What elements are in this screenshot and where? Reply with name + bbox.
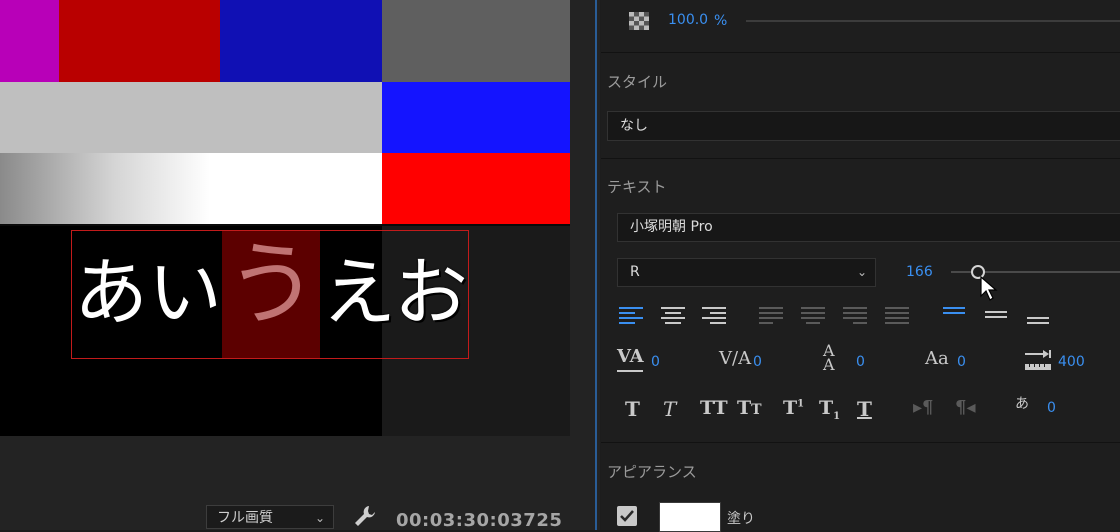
superscript-icon[interactable]: T1 [783,397,804,419]
baseline-shift-icon: Aa [925,348,949,369]
panel-divider[interactable] [595,0,597,530]
program-monitor: あ い う え お フル画質 ⌄ 00:03:30:03725 [0,0,600,530]
bar-bright-red [382,153,570,225]
subscript-icon[interactable]: T1 [819,397,840,422]
tracking-icon: V/A [719,348,752,369]
align-middle-icon[interactable] [985,310,1007,324]
style-value: なし [620,118,648,134]
small-caps-icon[interactable]: TT [737,397,762,419]
playhead-timecode[interactable]: 00:03:30:03725 [396,510,562,530]
font-family-select[interactable]: 小塚明朝 Pro [617,213,1120,242]
faux-bold-icon[interactable]: T [625,397,640,421]
all-caps-icon[interactable]: TT [700,397,728,419]
tsume-icon: あ [1015,396,1029,412]
justify-last-left-icon[interactable] [759,306,783,326]
checker-icon [629,12,649,30]
playback-quality-select[interactable]: フル画質 ⌄ [206,505,334,529]
paragraph-ltr-icon[interactable]: ▸¶ [913,397,934,418]
chevron-down-icon: ⌄ [856,265,867,279]
bar-light-gray [0,82,382,153]
tracking-value[interactable]: 0 [753,354,762,370]
align-center-icon[interactable] [661,306,685,326]
font-family-value: 小塚明朝 Pro [630,219,713,235]
appearance-section-label: アピアランス [607,463,697,481]
style-select[interactable]: なし [607,111,1120,141]
style-section-label: スタイル [607,73,668,91]
faux-italic-icon[interactable]: T [663,397,676,421]
bar-magenta [0,0,59,82]
leading-value[interactable]: 0 [856,354,865,370]
fill-color-swatch[interactable] [659,502,721,532]
align-right-icon[interactable] [702,306,726,326]
quality-value: フル画質 [217,510,273,526]
align-bottom-icon[interactable] [1027,316,1049,330]
tsume-value[interactable]: 0 [1047,400,1056,416]
title-bounding-box[interactable] [71,230,469,359]
section-divider [601,158,1120,159]
paragraph-rtl-icon[interactable]: ¶◂ [955,397,976,418]
chevron-down-icon: ⌄ [314,511,325,525]
section-divider [601,442,1120,443]
kerning-value[interactable]: 0 [651,354,660,370]
kerning-icon-arrow [617,370,643,372]
bar-gradient [0,153,382,225]
section-divider [601,52,1120,53]
bar-gray [382,0,570,82]
fill-label: 塗り [727,511,755,527]
bar-blue [220,0,382,82]
justify-last-center-icon[interactable] [801,306,825,326]
text-section-label: テキスト [607,178,667,196]
checkmark-icon [620,510,634,522]
bar-bright-blue [382,82,570,153]
leading-icon: AA [823,341,835,374]
font-style-value: R [630,264,640,280]
justify-all-icon[interactable] [885,306,909,326]
justify-last-right-icon[interactable] [843,306,867,326]
underline-icon[interactable]: T [857,397,872,421]
tab-width-value[interactable]: 400 [1058,354,1085,370]
baseline-shift-value[interactable]: 0 [957,354,966,370]
kerning-icon: VA [617,346,644,367]
tab-width-icon [1025,350,1051,370]
opacity-unit: % [714,13,728,29]
align-top-icon[interactable] [943,306,965,320]
align-left-icon[interactable] [619,306,643,326]
essential-graphics-panel: 100.0 % スタイル なし テキスト 小塚明朝 Pro R ⌄ 166 VA… [601,0,1120,532]
opacity-value[interactable]: 100.0 [668,12,708,28]
font-style-select[interactable]: R ⌄ [617,258,876,287]
fill-checkbox[interactable] [617,506,637,526]
bar-red [59,0,220,82]
wrench-icon[interactable] [352,504,378,528]
font-size-value[interactable]: 166 [906,264,933,280]
opacity-slider-track[interactable] [746,20,1120,22]
mouse-cursor-icon [980,276,998,301]
video-preview[interactable]: あ い う え お [0,0,570,436]
